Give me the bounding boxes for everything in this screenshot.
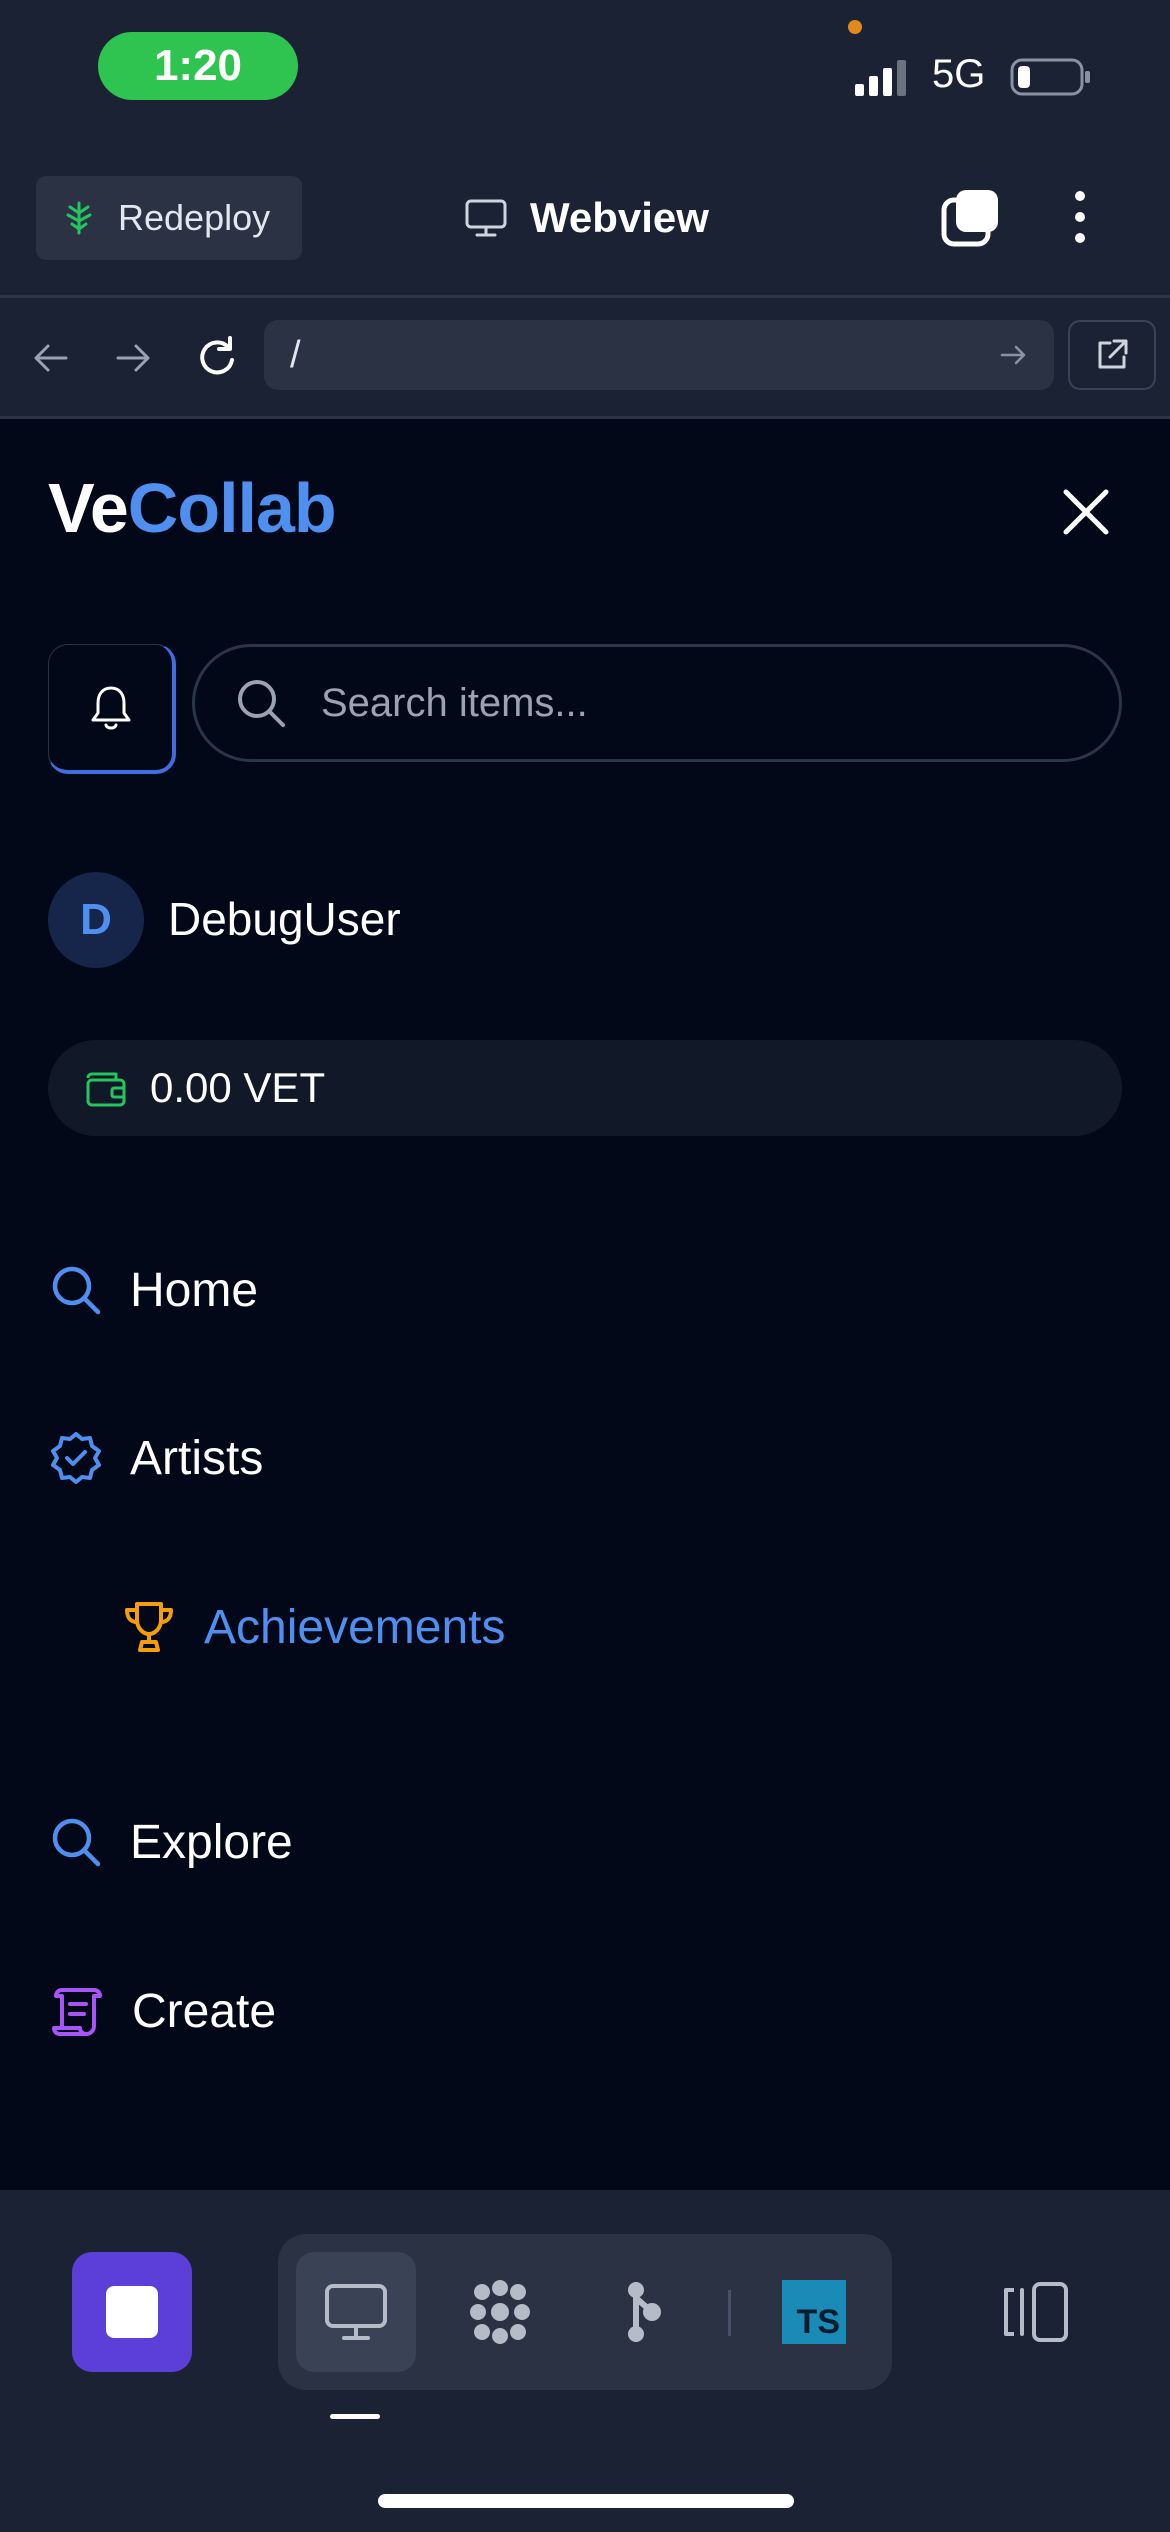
menu-item-artists[interactable]: Artists bbox=[48, 1430, 263, 1486]
tool-divider bbox=[728, 2290, 731, 2336]
avatar[interactable]: D bbox=[48, 872, 144, 968]
stop-icon bbox=[106, 2286, 158, 2338]
monitor-icon bbox=[465, 199, 507, 237]
search-icon bbox=[52, 1818, 101, 1867]
wallet-balance[interactable]: 0.00 VET bbox=[48, 1040, 1122, 1136]
menu-item-create-label: Create bbox=[132, 1984, 277, 2038]
logo-ve: Ve bbox=[48, 469, 129, 547]
scroll-icon bbox=[52, 1988, 102, 2036]
menu-item-achievements[interactable]: Achievements bbox=[120, 1598, 505, 1656]
reload-icon[interactable] bbox=[190, 330, 246, 386]
webview-title: Webview bbox=[464, 190, 709, 246]
search-bar[interactable] bbox=[192, 644, 1122, 762]
more-options-icon[interactable] bbox=[1064, 186, 1096, 248]
shell-dots-icon[interactable] bbox=[466, 2278, 534, 2346]
close-icon[interactable] bbox=[1058, 484, 1114, 540]
wallet-balance-value: 0.00 VET bbox=[150, 1064, 326, 1111]
username[interactable]: DebugUser bbox=[168, 892, 401, 946]
status-time: 1:20 bbox=[98, 32, 298, 100]
search-icon bbox=[52, 1266, 101, 1315]
menu-item-home-label: Home bbox=[130, 1263, 259, 1317]
battery-icon bbox=[1010, 58, 1090, 96]
active-tool-indicator bbox=[330, 2414, 380, 2419]
typescript-icon[interactable]: TS bbox=[782, 2280, 846, 2344]
privacy-indicator-dot bbox=[848, 20, 862, 34]
external-link-icon bbox=[1098, 339, 1128, 369]
stop-button[interactable] bbox=[72, 2252, 192, 2372]
wallet-icon bbox=[86, 1072, 126, 1107]
menu-item-explore-label: Explore bbox=[130, 1815, 293, 1869]
url-text: / bbox=[290, 333, 301, 376]
deploy-tree-icon bbox=[66, 201, 92, 235]
split-view-icon[interactable] bbox=[1000, 2278, 1072, 2346]
network-type: 5G bbox=[932, 52, 986, 96]
logo-collab: Collab bbox=[127, 469, 337, 547]
home-indicator[interactable] bbox=[378, 2494, 794, 2508]
menu-item-create[interactable]: Create bbox=[48, 1982, 276, 2040]
verified-badge-icon bbox=[51, 1432, 101, 1484]
tabs-icon[interactable] bbox=[940, 186, 1002, 248]
url-bar[interactable]: / bbox=[264, 320, 1054, 390]
monitor-icon bbox=[325, 2284, 387, 2340]
search-icon bbox=[238, 680, 285, 727]
webview-title-label: Webview bbox=[530, 194, 709, 241]
redeploy-button[interactable]: Redeploy bbox=[36, 176, 302, 260]
open-external-button[interactable] bbox=[1068, 320, 1156, 390]
menu-item-home[interactable]: Home bbox=[48, 1262, 258, 1318]
menu-item-achievements-label: Achievements bbox=[204, 1600, 506, 1654]
go-arrow-icon[interactable] bbox=[998, 339, 1030, 371]
menu-item-artists-label: Artists bbox=[130, 1431, 264, 1485]
app-logo[interactable]: VeCollab bbox=[48, 468, 337, 548]
redeploy-label: Redeploy bbox=[118, 197, 271, 238]
search-input[interactable] bbox=[319, 679, 1023, 727]
menu-item-explore[interactable]: Explore bbox=[48, 1814, 293, 1870]
forward-arrow-icon[interactable] bbox=[106, 330, 162, 386]
bell-icon bbox=[91, 686, 130, 729]
notifications-button[interactable] bbox=[48, 644, 176, 774]
back-arrow-icon[interactable] bbox=[22, 330, 78, 386]
trophy-icon bbox=[125, 1602, 173, 1652]
signal-icon bbox=[855, 60, 906, 96]
git-branch-icon[interactable] bbox=[610, 2278, 678, 2346]
